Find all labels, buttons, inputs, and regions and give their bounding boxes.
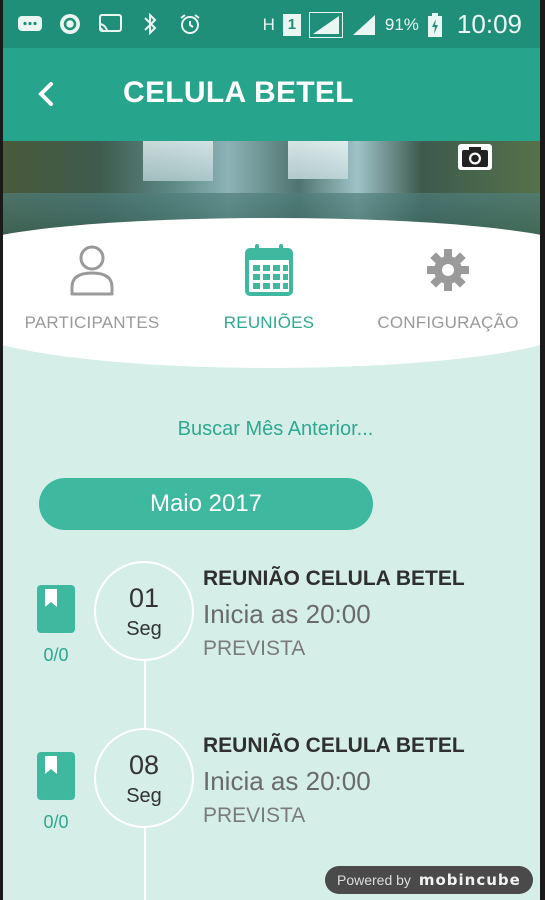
app-screen: H 1 91% 10:09 CELULA BETEL PARTICIPANTES… (3, 0, 540, 900)
gear-icon (423, 243, 473, 297)
sim-slot-badge: 1 (282, 13, 301, 36)
brand-logo: mobincube (418, 871, 521, 889)
month-selector[interactable]: Maio 2017 (39, 478, 373, 530)
meeting-weekday: Seg (126, 618, 162, 640)
change-cover-button[interactable] (458, 144, 492, 170)
bookmark-icon (45, 589, 57, 607)
meeting-status: PREVISTA (203, 637, 306, 660)
signal-icon (308, 11, 343, 38)
meeting-weekday: Seg (126, 785, 162, 807)
status-bar: H 1 91% 10:09 (3, 0, 540, 48)
bluetooth-icon (137, 12, 163, 36)
battery-percent: 91% (384, 14, 419, 34)
meeting-item[interactable]: 0/0 01 Seg REUNIÃO CELULA BETEL Inicia a… (3, 561, 540, 691)
powered-by-badge[interactable]: Powered by mobincube (325, 866, 533, 894)
powered-by-text: Powered by (337, 872, 411, 888)
alarm-icon (177, 12, 203, 36)
sync-icon (57, 12, 83, 36)
tab-label: REUNIÕES (223, 313, 315, 332)
bookmark-icon (45, 756, 57, 774)
tab-configuracao[interactable]: CONFIGURAÇÃO (363, 243, 533, 333)
meeting-day: 08 (128, 750, 160, 780)
tab-reunioes[interactable]: REUNIÕES (184, 243, 354, 333)
attendance-count: 0/0 (43, 645, 69, 665)
tab-label: PARTICIPANTES (24, 313, 160, 332)
page-title: CELULA BETEL (123, 76, 354, 109)
attendance-button[interactable] (37, 752, 75, 800)
meeting-time: Inicia as 20:00 (203, 599, 371, 629)
network-type: H (262, 14, 275, 34)
tab-participantes[interactable]: PARTICIPANTES (7, 243, 177, 333)
meeting-day: 01 (128, 583, 160, 613)
calendar-icon (244, 243, 294, 297)
previous-month-link[interactable]: Buscar Mês Anterior... (3, 418, 540, 441)
meeting-time: Inicia as 20:00 (203, 766, 371, 796)
chevron-left-icon (38, 82, 53, 106)
message-icon (17, 12, 43, 36)
app-bar: CELULA BETEL (3, 48, 540, 141)
meeting-title: REUNIÃO CELULA BETEL (203, 567, 465, 590)
meeting-date[interactable]: 01 Seg (94, 561, 194, 661)
back-button[interactable] (29, 76, 65, 112)
tab-label: CONFIGURAÇÃO (377, 313, 519, 332)
cast-icon (97, 12, 123, 36)
meeting-item[interactable]: 0/0 08 Seg REUNIÃO CELULA BETEL Inicia a… (3, 728, 540, 858)
clock: 10:09 (456, 9, 522, 39)
meeting-date[interactable]: 08 Seg (94, 728, 194, 828)
attendance-count: 0/0 (43, 812, 69, 832)
camera-icon (462, 147, 488, 167)
person-icon (67, 243, 117, 297)
signal-2-icon (351, 13, 377, 37)
meeting-status: PREVISTA (203, 804, 306, 827)
battery-icon (427, 12, 443, 37)
attendance-button[interactable] (37, 585, 75, 633)
meeting-title: REUNIÃO CELULA BETEL (203, 734, 465, 757)
